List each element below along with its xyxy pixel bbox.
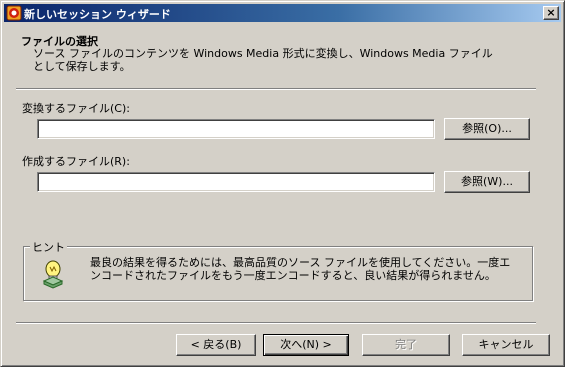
hint-legend: ヒント (30, 239, 67, 255)
footer-separator (16, 322, 536, 324)
output-file-input[interactable] (37, 172, 435, 192)
wizard-header: ファイルの選択 ソース ファイルのコンテンツを Windows Media 形式… (4, 22, 561, 87)
app-icon (6, 5, 22, 21)
hint-groupbox: ヒント 最良の結果を得るためには、最高品質のソース ファイルを使用してください。… (23, 239, 533, 301)
wizard-window: 新しいセッション ウィザード × ファイルの選択 ソース ファイルのコンテンツを… (0, 0, 565, 367)
output-browse-button[interactable]: 参照(W)... (444, 171, 530, 193)
cancel-button[interactable]: キャンセル (462, 334, 550, 356)
next-button[interactable]: 次へ(N) > (263, 334, 349, 356)
output-file-label: 作成するファイル(R): (22, 155, 130, 168)
header-separator (16, 88, 536, 90)
source-file-label: 変換するファイル(C): (22, 102, 130, 115)
page-description: ソース ファイルのコンテンツを Windows Media 形式に変換し、Win… (33, 47, 493, 73)
source-file-input[interactable] (37, 119, 435, 139)
close-button[interactable]: × (543, 6, 559, 20)
back-button[interactable]: < 戻る(B) (176, 334, 256, 356)
lightbulb-icon (42, 260, 64, 289)
title-bar[interactable]: 新しいセッション ウィザード × (4, 4, 561, 22)
source-browse-button[interactable]: 参照(O)... (444, 118, 530, 140)
close-icon: × (546, 6, 556, 19)
window-title: 新しいセッション ウィザード (24, 8, 171, 21)
finish-button[interactable]: 完了 (362, 334, 450, 356)
hint-text: 最良の結果を得るためには、最高品質のソース ファイルを使用してください。一度エン… (90, 256, 511, 282)
